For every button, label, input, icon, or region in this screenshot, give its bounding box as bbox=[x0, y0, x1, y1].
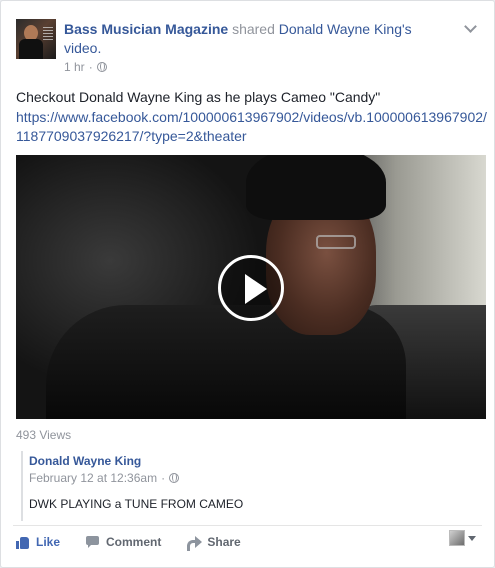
share-label: Share bbox=[207, 535, 241, 549]
share-arrow-icon bbox=[187, 535, 203, 551]
original-author-link[interactable]: Donald Wayne King's bbox=[279, 21, 412, 37]
shared-author-link[interactable]: Donald Wayne King bbox=[29, 454, 141, 468]
post-actions-bar: Like Comment Share bbox=[16, 531, 482, 553]
chevron-down-icon[interactable] bbox=[462, 22, 478, 34]
avatar-figure-body bbox=[19, 39, 43, 59]
like-button[interactable]: Like bbox=[16, 535, 60, 549]
caret-down-icon bbox=[468, 535, 476, 541]
comment-bubble-icon bbox=[86, 535, 100, 549]
post-as-selector[interactable] bbox=[449, 530, 476, 546]
globe-icon[interactable] bbox=[169, 473, 180, 483]
shared-post-quote: Donald Wayne King February 12 at 12:36am… bbox=[21, 451, 481, 521]
actions-divider bbox=[13, 525, 482, 526]
shared-meta-separator: · bbox=[161, 471, 166, 485]
like-label: Like bbox=[36, 535, 61, 549]
video-person-hat bbox=[246, 155, 386, 220]
comment-button[interactable]: Comment bbox=[86, 535, 161, 549]
video-person-glasses bbox=[316, 235, 356, 249]
shared-post-timestamp[interactable]: February 12 at 12:36am bbox=[29, 471, 157, 485]
globe-icon[interactable] bbox=[96, 62, 107, 72]
share-button[interactable]: Share bbox=[187, 535, 241, 551]
post-url-link[interactable]: https://www.facebook.com/100000613967902… bbox=[16, 108, 488, 146]
page-name-link[interactable]: Bass Musician Magazine bbox=[64, 21, 228, 37]
post-headline: Bass Musician Magazine shared Donald Way… bbox=[64, 20, 444, 58]
post-timestamp[interactable]: 1 hr bbox=[64, 60, 85, 74]
post-body-text: Checkout Donald Wayne King as he plays C… bbox=[16, 89, 381, 105]
shared-post-caption: DWK PLAYING a TUNE FROM CAMEO bbox=[29, 497, 244, 511]
shared-verb: shared bbox=[232, 21, 275, 37]
video-view-count: 493 Views bbox=[16, 428, 72, 442]
post-meta: 1 hr · bbox=[64, 60, 107, 74]
meta-separator: · bbox=[88, 60, 93, 74]
video-player[interactable] bbox=[16, 155, 486, 419]
comment-label: Comment bbox=[106, 535, 162, 549]
page-avatar[interactable] bbox=[16, 19, 56, 59]
shared-post-meta: February 12 at 12:36am · bbox=[29, 471, 180, 485]
shared-object-link[interactable]: video. bbox=[64, 40, 101, 56]
play-icon[interactable] bbox=[218, 255, 284, 321]
feed-post-card: Bass Musician Magazine shared Donald Way… bbox=[0, 0, 495, 568]
user-avatar-mini bbox=[449, 530, 465, 546]
post-header: Bass Musician Magazine shared Donald Way… bbox=[16, 16, 482, 76]
thumbs-up-icon bbox=[16, 536, 30, 549]
avatar-text-overlay bbox=[43, 27, 53, 41]
